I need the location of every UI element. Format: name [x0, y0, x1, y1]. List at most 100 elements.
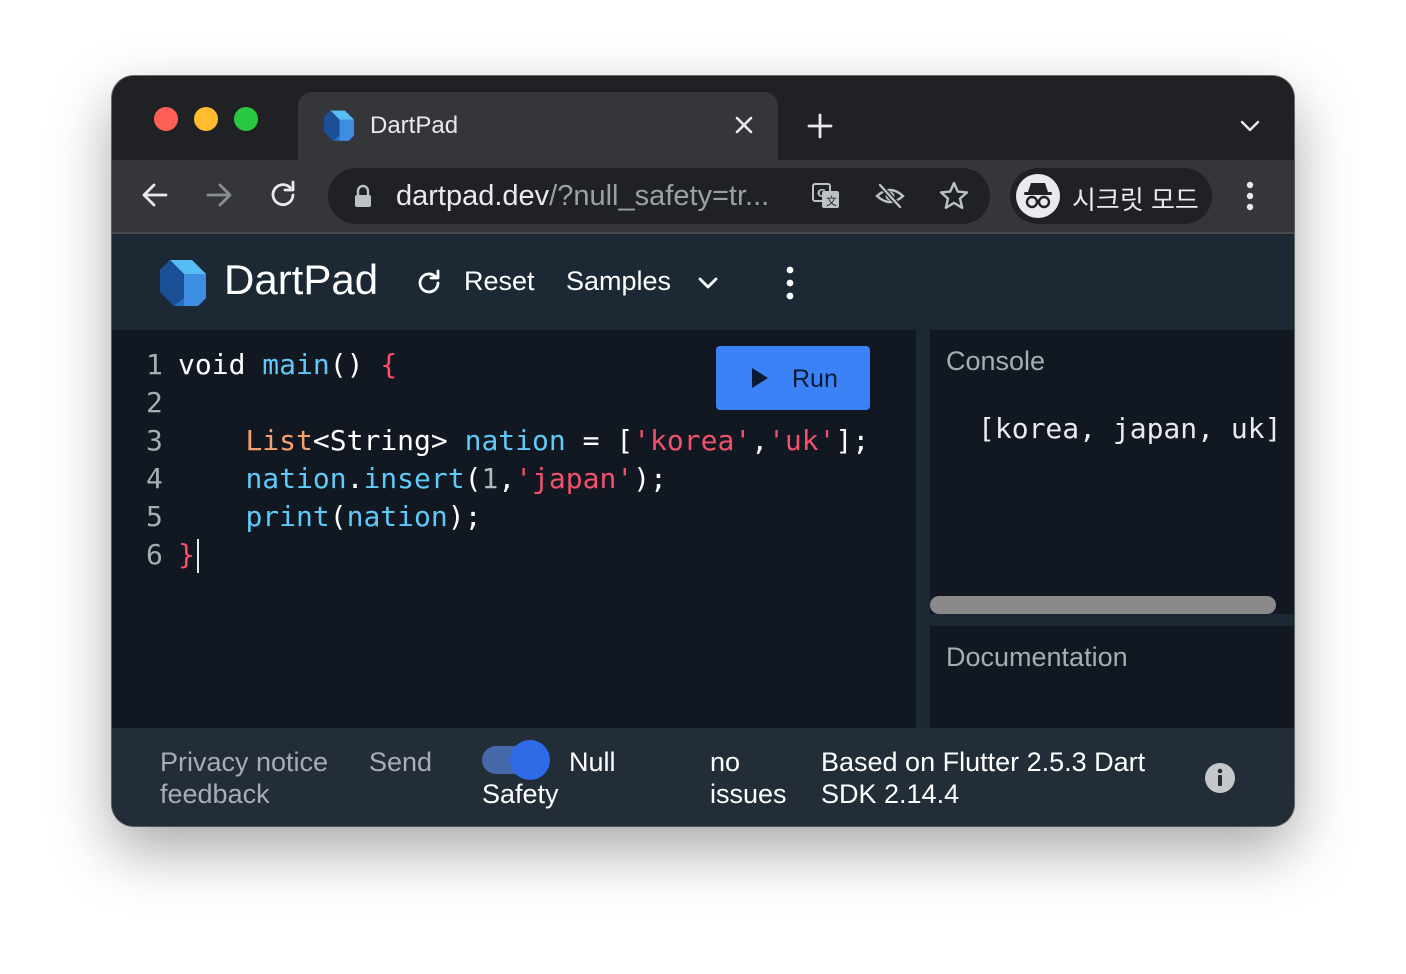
code-token: (	[464, 462, 482, 495]
line-number: 5	[146, 500, 163, 533]
horizontal-splitter[interactable]	[930, 614, 1294, 626]
issues-label-1: no	[710, 747, 741, 777]
code-token: 'korea'	[633, 424, 752, 457]
code-token: insert	[363, 462, 465, 495]
code-token: );	[633, 462, 667, 495]
code-token: ,	[498, 462, 516, 495]
code-token: ()	[329, 348, 381, 381]
incognito-label: 시크릿 모드	[1072, 185, 1199, 215]
version-label-1: Based on Flutter 2.5.3 Dart	[821, 747, 1146, 777]
code-token: = [	[565, 424, 634, 457]
close-icon[interactable]	[732, 113, 756, 137]
lock-icon[interactable]	[352, 184, 374, 208]
forward-icon[interactable]	[202, 178, 236, 212]
chevron-down-icon[interactable]	[1238, 116, 1262, 136]
refresh-icon[interactable]	[414, 268, 444, 298]
dart-logo-icon	[160, 260, 206, 306]
horizontal-scrollbar[interactable]	[930, 596, 1276, 614]
tab-title: DartPad	[370, 112, 459, 139]
code-editor[interactable]: 1 void main() {2 3 List<String> nation = […	[112, 330, 916, 728]
url-text[interactable]: dartpad.dev/?null_safety=tr...	[396, 180, 769, 213]
line-number: 6	[146, 538, 163, 571]
status-bar: Privacy notice Send feedback Null Safety…	[112, 728, 1294, 826]
run-label: Run	[792, 365, 838, 393]
text-cursor	[196, 539, 199, 573]
incognito-icon	[1024, 183, 1052, 209]
send-feedback-label-2: feedback	[160, 779, 270, 809]
code-token: 'uk'	[768, 424, 836, 457]
version-label-2: SDK 2.14.4	[821, 779, 960, 809]
code-token: ];	[835, 424, 870, 457]
more-vert-icon[interactable]	[780, 264, 800, 302]
privacy-notice-label: Privacy notice	[160, 747, 329, 777]
dart-logo-icon	[323, 110, 355, 141]
console-title: Console	[946, 346, 1046, 376]
line-text: nation.insert(1,'japan');	[178, 460, 667, 498]
privacy-notice-link[interactable]: Privacy notice	[160, 746, 328, 778]
line-text: }	[178, 536, 199, 574]
null-safety-label-1: Null	[569, 747, 616, 777]
line-text: void main() {	[178, 346, 397, 384]
tab-strip: DartPad	[112, 76, 1294, 160]
tab-dartpad[interactable]: DartPad	[298, 92, 778, 160]
info-icon[interactable]	[1204, 762, 1236, 794]
code-token: );	[447, 500, 482, 533]
back-icon[interactable]	[138, 178, 172, 212]
line-number: 4	[146, 462, 163, 495]
incognito-avatar	[1016, 174, 1060, 218]
documentation-panel: Documentation	[930, 626, 1294, 728]
chevron-down-icon[interactable]	[696, 274, 720, 292]
code-token: <String>	[312, 424, 465, 457]
url-path: /?null_safety=tr...	[549, 180, 770, 212]
send-feedback-link-line2[interactable]: feedback	[160, 778, 270, 810]
address-bar[interactable]: dartpad.dev/?null_safety=tr... G 文	[328, 168, 990, 224]
code-token: nation	[346, 500, 448, 533]
issues-label-2: issues	[710, 779, 787, 809]
samples-dropdown[interactable]: Samples	[566, 266, 671, 297]
eye-off-icon[interactable]	[874, 180, 906, 212]
svg-text:G: G	[817, 187, 826, 200]
documentation-title: Documentation	[946, 642, 1128, 672]
code-token: main	[262, 348, 330, 381]
null-safety-label-2: Safety	[482, 779, 559, 809]
code-token: (	[329, 500, 347, 533]
reload-icon[interactable]	[266, 178, 300, 212]
code-token: List	[245, 424, 313, 457]
minimize-window-button[interactable]	[194, 107, 218, 131]
code-token: print	[245, 500, 330, 533]
console-panel: Console [korea, japan, uk]	[930, 330, 1294, 614]
more-vert-icon[interactable]	[1236, 178, 1264, 214]
play-icon	[752, 368, 768, 388]
send-feedback-link-line1[interactable]: Send	[369, 746, 432, 778]
code-token: 1	[481, 462, 499, 495]
plus-icon[interactable]	[806, 112, 834, 140]
star-icon[interactable]	[938, 180, 970, 212]
code-token: ,	[751, 424, 769, 457]
zoom-window-button[interactable]	[234, 107, 258, 131]
dartpad-header: DartPad Reset Samples	[112, 234, 1294, 330]
svg-text:文: 文	[826, 194, 837, 208]
browser-window: DartPad dartpad.dev/?null_safety=tr... G…	[112, 76, 1294, 826]
code-token: void	[178, 348, 263, 381]
line-text: print(nation);	[178, 498, 481, 536]
line-text: List<String> nation = ['korea','uk'];	[178, 422, 869, 460]
line-number: 2	[146, 386, 163, 419]
code-token: }	[178, 538, 195, 571]
close-window-button[interactable]	[154, 107, 178, 131]
vertical-splitter[interactable]	[916, 330, 930, 728]
code-token: .	[346, 462, 364, 495]
run-button[interactable]: Run	[716, 346, 870, 410]
send-feedback-label-1: Send	[369, 747, 433, 777]
translate-icon[interactable]: G 文	[810, 180, 842, 212]
null-safety-toggle-knob[interactable]	[510, 740, 550, 780]
app-title: DartPad	[224, 256, 379, 303]
incognito-indicator[interactable]: 시크릿 모드	[1010, 168, 1212, 224]
code-token: {	[380, 348, 398, 381]
url-host: dartpad.dev	[396, 180, 550, 212]
reset-button[interactable]: Reset	[464, 266, 535, 297]
code-token: 'japan'	[515, 462, 634, 495]
browser-toolbar: dartpad.dev/?null_safety=tr... G 文 시크릿 모…	[112, 160, 1294, 234]
code-token: nation	[464, 424, 566, 457]
